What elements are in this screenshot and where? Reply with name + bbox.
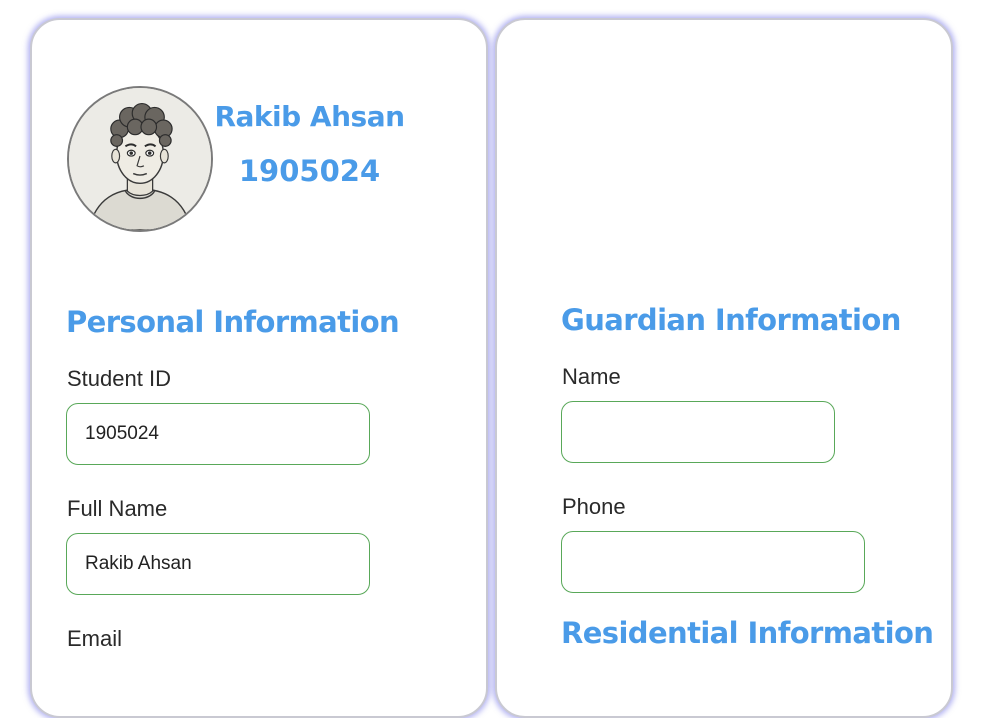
full-name-input[interactable] bbox=[66, 533, 370, 595]
profile-avatar bbox=[67, 86, 213, 232]
profile-name: Rakib Ahsan bbox=[214, 100, 405, 133]
guardian-phone-label: Phone bbox=[562, 494, 626, 519]
email-label: Email bbox=[67, 626, 123, 651]
personal-info-heading: Personal Information bbox=[66, 305, 400, 339]
student-id-input[interactable] bbox=[66, 403, 370, 465]
full-name-label: Full Name bbox=[67, 496, 168, 521]
guardian-name-label: Name bbox=[562, 364, 621, 389]
residential-info-heading: Residential Information bbox=[561, 616, 934, 650]
personal-info-card: Rakib Ahsan 1905024 Personal Information… bbox=[30, 18, 488, 718]
student-id-label: Student ID bbox=[67, 366, 171, 391]
guardian-name-input[interactable] bbox=[561, 401, 835, 463]
profile-student-id: 1905024 bbox=[238, 154, 381, 188]
guardian-phone-input[interactable] bbox=[561, 531, 865, 593]
guardian-info-card: Guardian Information Name Phone Resident… bbox=[495, 18, 953, 718]
guardian-info-heading: Guardian Information bbox=[561, 303, 901, 337]
avatar-illustration bbox=[69, 88, 211, 230]
